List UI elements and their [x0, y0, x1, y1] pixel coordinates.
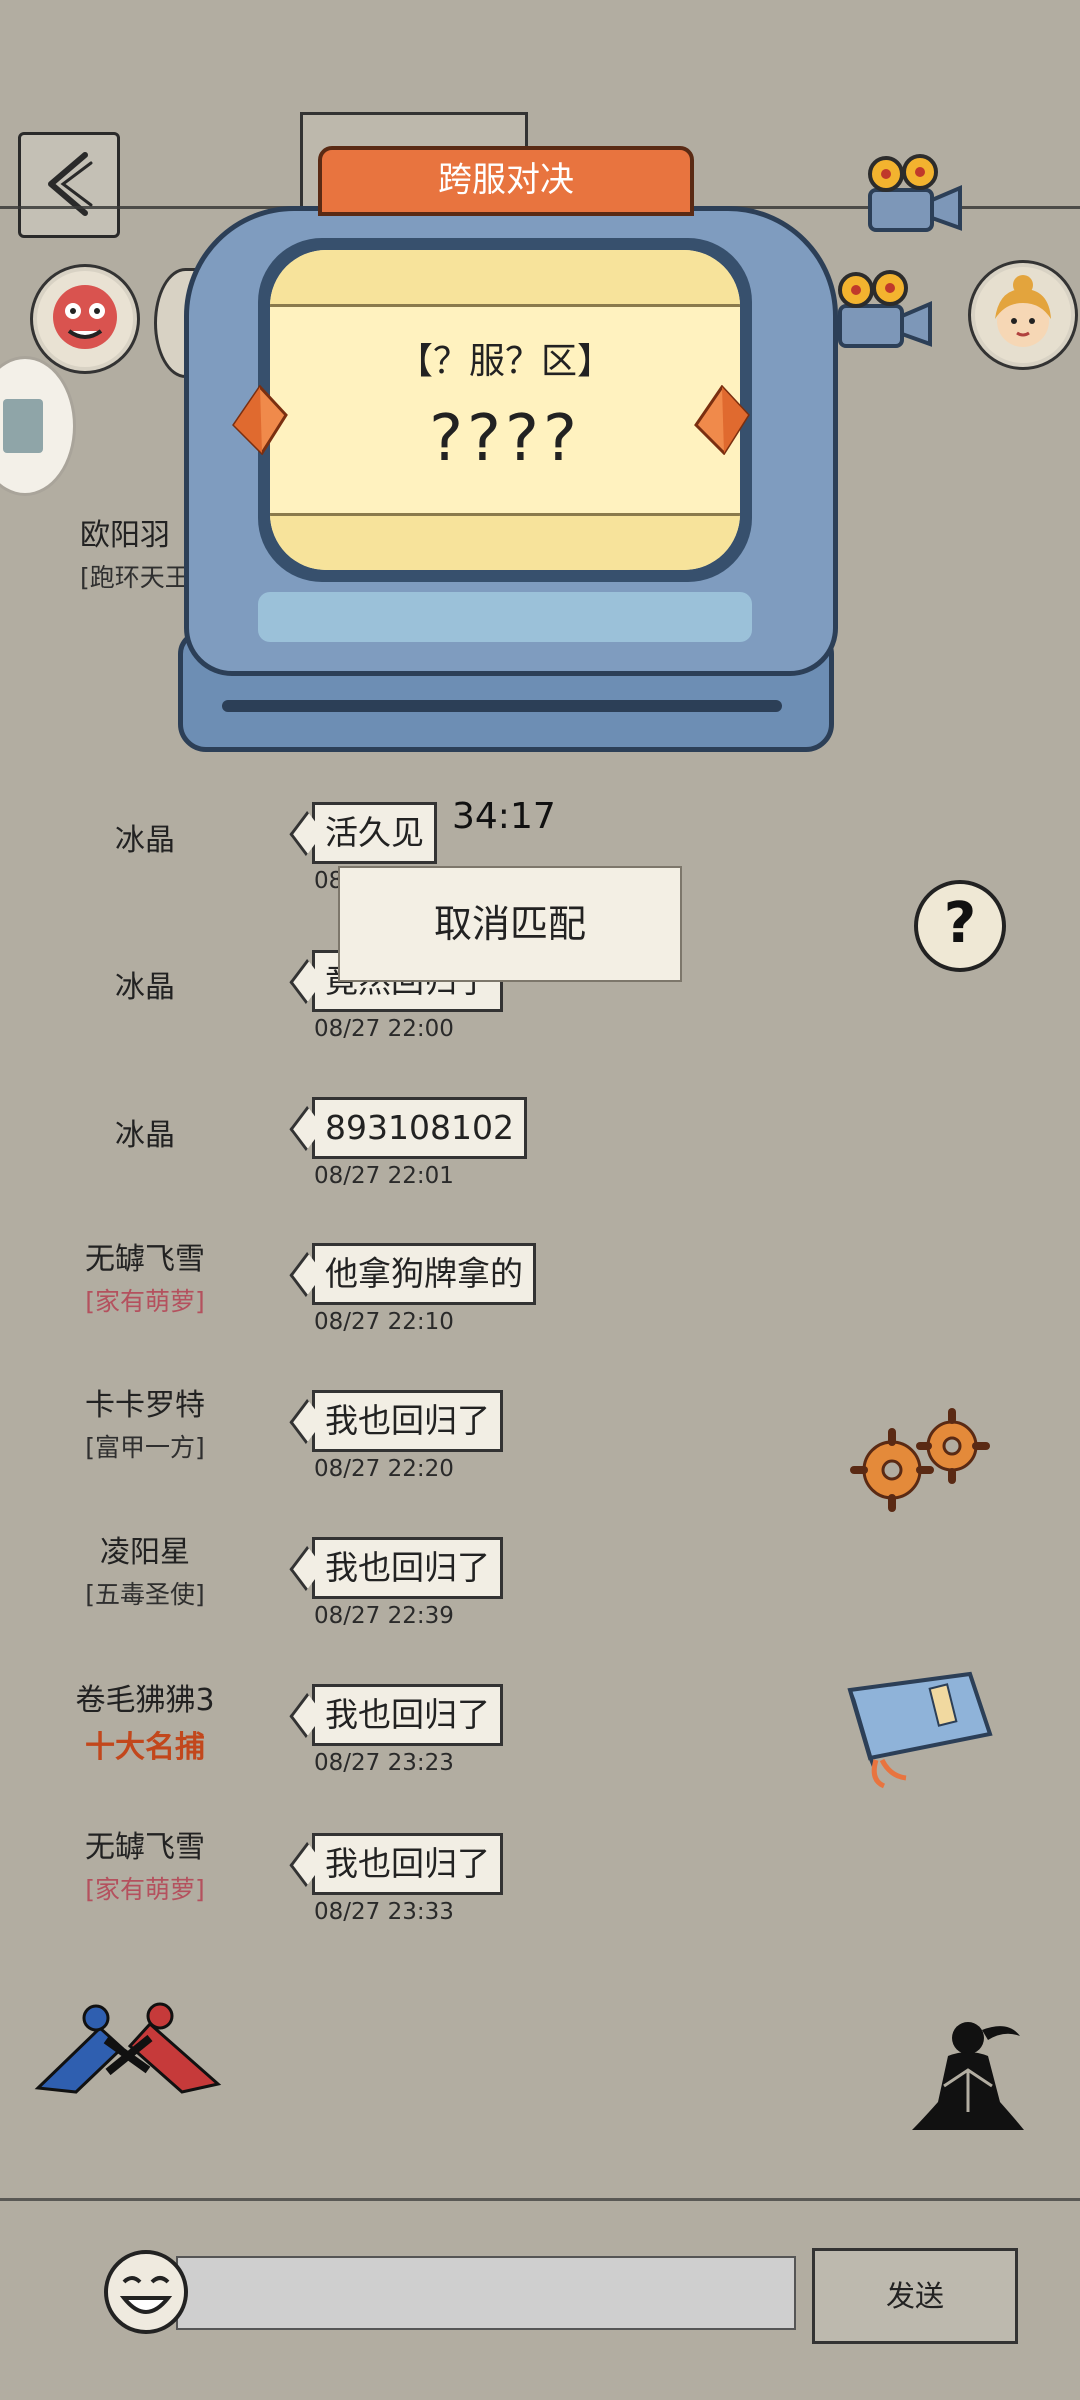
chat-input[interactable]	[176, 2256, 796, 2330]
chat-title-tag: [家有萌萝]	[85, 1287, 205, 1316]
book-icon[interactable]	[830, 1668, 998, 1792]
bottom-divider	[0, 2198, 1080, 2201]
match-countdown: 34:17	[452, 796, 556, 837]
chat-bubble[interactable]: 他拿狗牌拿的	[312, 1243, 536, 1305]
chat-title-tag: [家有萌萝]	[85, 1875, 205, 1904]
chat-name: 卷毛狒狒3	[75, 1683, 215, 1718]
emoji-face-icon[interactable]	[102, 2248, 190, 2336]
camera-icon[interactable]	[856, 150, 966, 240]
match-machine-slot	[222, 700, 782, 712]
chat-time: 08/27 22:39	[314, 1603, 454, 1629]
help-button[interactable]: ?	[914, 880, 1006, 972]
back-chevron-icon	[48, 152, 93, 216]
match-title: 跨服对决	[438, 160, 574, 200]
chat-time: 08/27 23:33	[314, 1899, 454, 1925]
screen-bottom-band	[270, 513, 740, 570]
chat-time: 08/27 23:23	[314, 1750, 454, 1776]
chat-name: 无罅飞雪	[85, 1830, 205, 1865]
chat-time: 08/27 22:01	[314, 1163, 454, 1189]
chat-name: 冰晶	[115, 1118, 175, 1153]
chat-bubble[interactable]: 活久见	[312, 802, 437, 864]
chat-bubble[interactable]: 我也回归了	[312, 1537, 503, 1599]
chat-bubble[interactable]: 我也回归了	[312, 1390, 503, 1452]
chat-name: 凌阳星	[100, 1535, 190, 1570]
girl-avatar-icon	[975, 267, 1071, 363]
chat-name: 无罅飞雪	[85, 1242, 205, 1277]
chat-time: 08/27 22:10	[314, 1309, 454, 1335]
chat-bubble[interactable]: 我也回归了	[312, 1684, 503, 1746]
avatar-lion[interactable]	[30, 264, 140, 374]
opponent-name: ????	[429, 402, 581, 476]
screen-top-band	[270, 250, 740, 307]
video-camera-icon[interactable]	[826, 266, 936, 356]
avatar-girl[interactable]	[968, 260, 1078, 370]
chat-name: 冰晶	[115, 823, 175, 858]
meditation-cultivation-icon[interactable]	[904, 2016, 1028, 2144]
opponent-server: 【？服？区】	[396, 341, 613, 382]
chat-title-tag: [富甲一方]	[85, 1433, 205, 1462]
match-info-strip	[258, 592, 752, 642]
chat-bubble[interactable]: 893108102	[312, 1097, 527, 1159]
chat-name: 卡卡罗特	[85, 1388, 205, 1423]
floating-assistant-badge[interactable]	[0, 356, 76, 496]
send-button[interactable]: 发送	[812, 2248, 1018, 2344]
chat-title-badge: 十大名捕	[85, 1730, 205, 1765]
chat-time: 08/27 22:20	[314, 1456, 454, 1482]
gears-settings-icon[interactable]	[848, 1408, 998, 1512]
lion-dance-avatar-icon	[37, 271, 133, 367]
back-button[interactable]	[18, 132, 120, 238]
cancel-match-button[interactable]: 取消匹配	[338, 866, 682, 982]
chat-bubble[interactable]: 我也回归了	[312, 1833, 503, 1895]
status-bar-area	[0, 0, 1080, 104]
chat-title-tag: [五毒圣使]	[85, 1580, 205, 1609]
assistant-badge-icon	[3, 399, 43, 453]
chat-name: 冰晶	[115, 970, 175, 1005]
chat-time: 08/27 22:00	[314, 1016, 454, 1042]
versus-battle-icon[interactable]	[30, 2000, 226, 2100]
